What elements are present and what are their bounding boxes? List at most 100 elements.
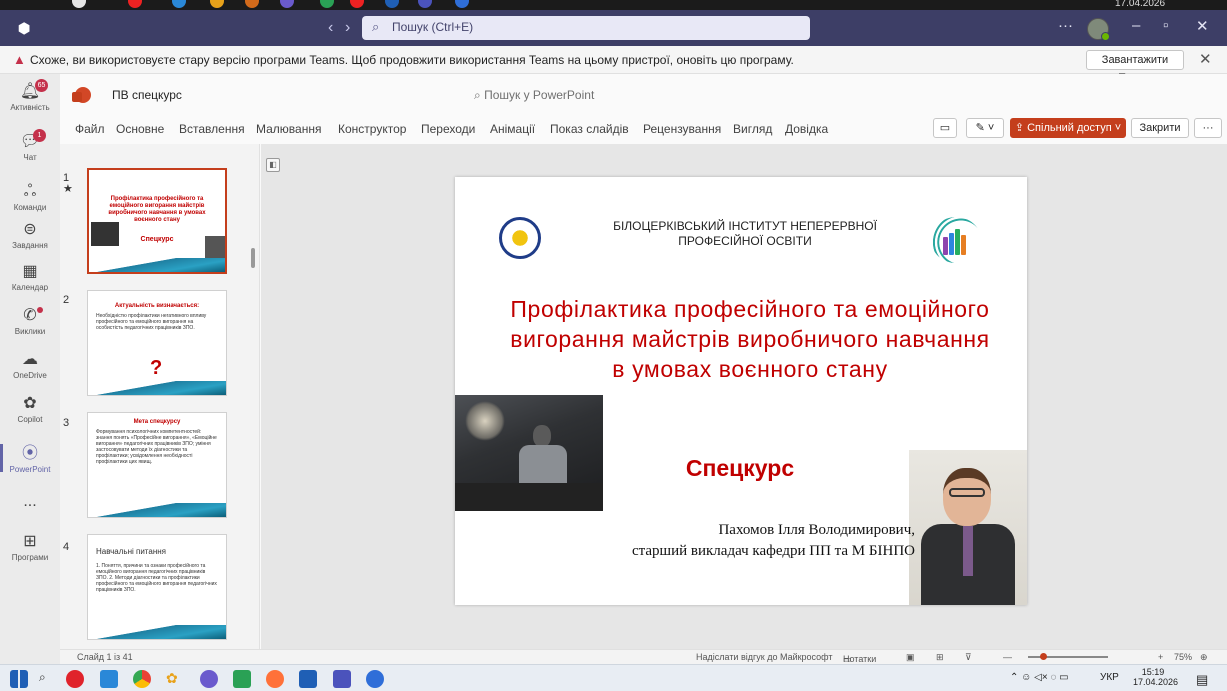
thumb-wave	[89, 258, 225, 272]
tray-icons[interactable]: ⌃ ☺ ◁× ◌ ▭	[1010, 672, 1069, 683]
rail-item-powerpoint[interactable]: ⦿ PowerPoint	[0, 444, 60, 474]
close-window-icon[interactable]: ✕	[1196, 17, 1209, 35]
paint-icon[interactable]: ✿	[166, 670, 184, 688]
more-icon: ...	[23, 493, 37, 510]
zoom-in-icon[interactable]: +	[1158, 652, 1163, 662]
top-cut-strip: 17.04.2026	[0, 0, 1227, 10]
forward-arrow-icon[interactable]: ›	[345, 19, 350, 37]
explorer-icon[interactable]	[233, 670, 251, 688]
fit-slide-icon[interactable]: ⊕	[1200, 652, 1208, 663]
pen-dropdown-button[interactable]: ✎ ˅	[966, 118, 1004, 138]
presence-dot	[1101, 32, 1110, 41]
rail-item-tasks[interactable]: ⊜ Завдання	[0, 220, 60, 250]
search-icon[interactable]: ⌕	[39, 670, 57, 688]
tab-view[interactable]: Вигляд	[733, 122, 772, 136]
files-icon[interactable]	[100, 670, 118, 688]
books-logo-icon	[931, 217, 981, 263]
zoom-slider-thumb[interactable]	[1040, 653, 1047, 660]
rail-item-activity[interactable]: 🔔︎ 65 Активність	[0, 79, 60, 112]
pen-icon: ✎	[975, 122, 985, 134]
collapse-pane-icon[interactable]: ◧	[266, 158, 280, 172]
tab-slideshow[interactable]: Показ слайдів	[550, 122, 629, 136]
rail-label: Календар	[11, 283, 49, 292]
clock-time: 15:19	[1141, 667, 1165, 677]
thumb-wave	[88, 503, 226, 517]
teams-search-box[interactable]: ⌕ Пошук (Ctrl+E)	[362, 16, 810, 40]
document-name[interactable]: ПВ спецкурс	[112, 88, 182, 102]
ppt-search[interactable]: ⌕ Пошук у PowerPoint	[474, 88, 594, 103]
ribbon-tabs: Файл Основне Вставлення Малювання Констр…	[60, 114, 1227, 144]
sorter-view-icon[interactable]: ⊞	[936, 652, 944, 663]
slide-thumbnail-1[interactable]: Профілактика професійного та емоційного …	[87, 168, 227, 274]
thumb-body: Формування психологічних компетентностей…	[96, 429, 217, 465]
close-warning-icon[interactable]: ✕	[1199, 50, 1212, 68]
rail-item-more[interactable]: ...	[0, 492, 60, 512]
rail-item-chat[interactable]: 💬︎ 1 Чат	[0, 129, 60, 162]
teams-taskbar-icon[interactable]	[333, 670, 351, 688]
comments-button[interactable]: ▭	[933, 118, 957, 138]
status-bar: Слайд 1 із 41 Надіслати відгук до Майкро…	[60, 649, 1227, 664]
tab-file[interactable]: Файл	[75, 122, 105, 136]
clock[interactable]: 15:19 17.04.2026	[1133, 667, 1178, 687]
rail-label: Активність	[10, 103, 50, 112]
slide-thumbnail-2[interactable]: Актуальність визначається: Необхідністю …	[87, 290, 227, 396]
tab-help[interactable]: Довідка	[785, 122, 828, 136]
powerpoint-icon: ⦿	[21, 445, 38, 462]
chat-badge: 1	[33, 129, 46, 142]
thumb-wave	[88, 625, 226, 639]
rail-label: PowerPoint	[9, 465, 51, 474]
tab-design[interactable]: Конструктор	[338, 122, 406, 136]
tab-home[interactable]: Основне	[116, 122, 164, 136]
back-arrow-icon[interactable]: ‹	[328, 19, 333, 37]
powerpoint-logo-icon	[72, 87, 91, 103]
apps-icon: ⊞	[23, 533, 37, 550]
search-placeholder: Пошук (Ctrl+E)	[392, 20, 474, 34]
word-icon[interactable]	[299, 670, 317, 688]
share-button[interactable]: ⇪ Спільний доступ ˅	[1010, 118, 1126, 138]
notifications-icon[interactable]: ▤	[1196, 672, 1208, 688]
teams-icon: ஃ	[23, 183, 37, 200]
tasks-icon: ⊜	[23, 221, 37, 238]
rail-item-teams[interactable]: ஃ Команди	[0, 182, 60, 212]
current-slide[interactable]: БІЛОЦЕРКІВСЬКИЙ ІНСТИТУТ НЕПЕРЕРВНОЇ ПРО…	[455, 177, 1027, 605]
firefox-icon[interactable]	[266, 670, 284, 688]
rail-item-apps[interactable]: ⊞ Програми	[0, 532, 60, 562]
more-options-icon[interactable]: ···	[1058, 17, 1073, 34]
thumb-title: Профілактика професійного та емоційного …	[108, 196, 206, 223]
tab-animations[interactable]: Анімації	[490, 122, 535, 136]
warning-text: Схоже, ви використовуєте стару версію пр…	[30, 53, 794, 67]
rail-item-calls[interactable]: ✆ Виклики	[0, 306, 60, 336]
rail-label: Чат	[23, 153, 37, 162]
tab-review[interactable]: Рецензування	[643, 122, 721, 136]
slide-counter: Слайд 1 із 41	[77, 652, 133, 662]
rail-item-calendar[interactable]: ▦ Календар	[0, 262, 60, 292]
notes-label: Нотатки	[843, 654, 877, 664]
normal-view-icon[interactable]: ▣	[906, 652, 915, 663]
avatar[interactable]	[1087, 18, 1110, 41]
slide-thumbnail-3[interactable]: Мета спецкурсу Формування психологічних …	[87, 412, 227, 518]
viber-icon[interactable]	[200, 670, 218, 688]
zoom-out-icon[interactable]: —	[1003, 652, 1012, 662]
slide-thumbnail-4[interactable]: Навчальні питання 1. Поняття, причини та…	[87, 534, 227, 640]
minimize-icon[interactable]: –	[1132, 17, 1140, 34]
rail-item-onedrive[interactable]: ☁︎ OneDrive	[0, 350, 60, 380]
start-icon[interactable]	[10, 670, 28, 688]
feedback-link[interactable]: Надіслати відгук до Майкрософт	[696, 652, 833, 662]
institute-emblem-icon	[499, 217, 541, 259]
tab-insert[interactable]: Вставлення	[179, 122, 245, 136]
restore-icon[interactable]: ▫	[1163, 17, 1168, 34]
download-teams-button[interactable]: Завантажити Teams	[1086, 50, 1184, 84]
ribbon-more-button[interactable]: ···	[1194, 118, 1222, 138]
language-indicator[interactable]: УКР	[1100, 672, 1119, 683]
opera-icon[interactable]	[66, 670, 84, 688]
close-ppt-button[interactable]: Закрити	[1131, 118, 1189, 138]
tab-draw[interactable]: Малювання	[256, 122, 321, 136]
thumb-scrollbar[interactable]	[251, 248, 255, 268]
zoom-level[interactable]: 75%	[1174, 652, 1192, 662]
chrome-icon[interactable]	[133, 670, 151, 688]
reading-view-icon[interactable]: ⊽	[965, 652, 972, 663]
thumb-number: 4	[63, 541, 70, 553]
zoom-app-icon[interactable]	[366, 670, 384, 688]
tab-transitions[interactable]: Переходи	[421, 122, 475, 136]
rail-item-copilot[interactable]: ✿ Copilot	[0, 394, 60, 424]
